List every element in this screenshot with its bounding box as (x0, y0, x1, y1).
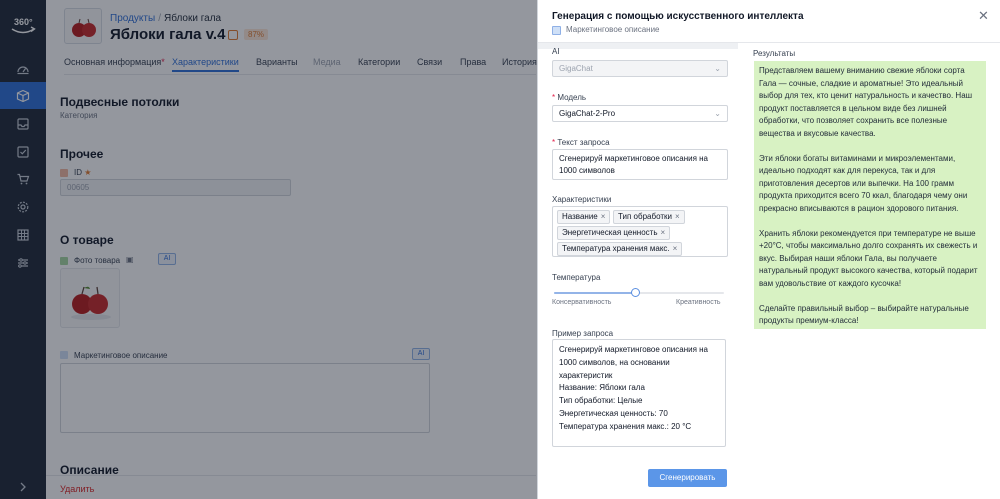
close-icon[interactable]: × (660, 228, 665, 237)
ai-generation-modal: Генерация с помощью искусственного интел… (537, 0, 1000, 499)
model-select-value: GigaChat-2-Pro (559, 109, 616, 118)
prompt-label: * Текст запроса (552, 138, 610, 147)
results-paragraph: Эти яблоки богаты витаминами и микроэлем… (759, 153, 968, 213)
example-line: Тип обработки: Целые (559, 396, 643, 406)
results-paragraph: Сделайте правильный выбор – выбирайте на… (759, 303, 969, 326)
chip-name[interactable]: Название × (557, 210, 611, 224)
model-select[interactable]: GigaChat-2-Pro ⌄ (552, 105, 728, 122)
field-icon (552, 26, 561, 35)
temperature-slider-handle[interactable] (631, 288, 641, 297)
modal-subtitle: Маркетинговое описание (566, 25, 660, 34)
results-paragraph: Представляем вашему вниманию свежие ябло… (759, 66, 973, 138)
example-line: 1000 символов, на основании (559, 357, 670, 367)
results-label: Результаты (753, 49, 796, 58)
example-line: Энергетическая ценность: 70 (559, 408, 668, 418)
close-icon[interactable]: × (673, 244, 678, 253)
example-request-box: Сгенерируй маркетинговое описания на 100… (552, 339, 726, 447)
chevron-down-icon: ⌄ (714, 64, 721, 73)
ai-label: AI (552, 47, 560, 56)
close-icon[interactable]: × (675, 212, 680, 221)
prompt-textarea[interactable]: Сгенерируй маркетинговое описания на 100… (552, 149, 728, 180)
temperature-max-label: Креативность (676, 299, 721, 306)
generate-button[interactable]: Сгенерировать (648, 469, 727, 487)
temperature-label: Температура (552, 273, 601, 282)
ai-select-value: GigaChat (559, 64, 593, 73)
ai-select[interactable]: GigaChat ⌄ (552, 60, 728, 77)
example-line: Сгенерируй маркетинговое описания на (559, 345, 709, 354)
temperature-slider-fill (554, 292, 636, 294)
modal-backdrop[interactable] (0, 0, 537, 499)
chip-energy-value[interactable]: Энергетическая ценность × (557, 226, 671, 240)
example-line: Температура хранения макс.: 20 °C (559, 421, 692, 431)
chip-processing-type[interactable]: Тип обработки × (613, 210, 685, 224)
example-label: Пример запроса (552, 329, 614, 338)
temperature-min-label: Консервативность (552, 299, 612, 306)
characteristics-label: Характеристики (552, 195, 612, 204)
scrollbar[interactable] (538, 43, 738, 49)
modal-title: Генерация с помощью искусственного интел… (552, 11, 804, 22)
results-panel: Представляем вашему вниманию свежие ябло… (754, 61, 986, 329)
close-icon[interactable]: ✕ (978, 9, 989, 22)
example-line: характеристик (559, 370, 613, 380)
model-label: * Модель (552, 93, 587, 102)
chip-max-storage-temp[interactable]: Температура хранения макс. × (557, 242, 683, 256)
chevron-down-icon: ⌄ (714, 109, 721, 118)
example-line: Название: Яблоки гала (559, 383, 645, 393)
results-paragraph: Хранить яблоки рекомендуется при темпера… (759, 228, 978, 288)
characteristics-multiselect[interactable]: Название × Тип обработки × Энергетическая … (552, 206, 728, 257)
close-icon[interactable]: × (601, 212, 606, 221)
